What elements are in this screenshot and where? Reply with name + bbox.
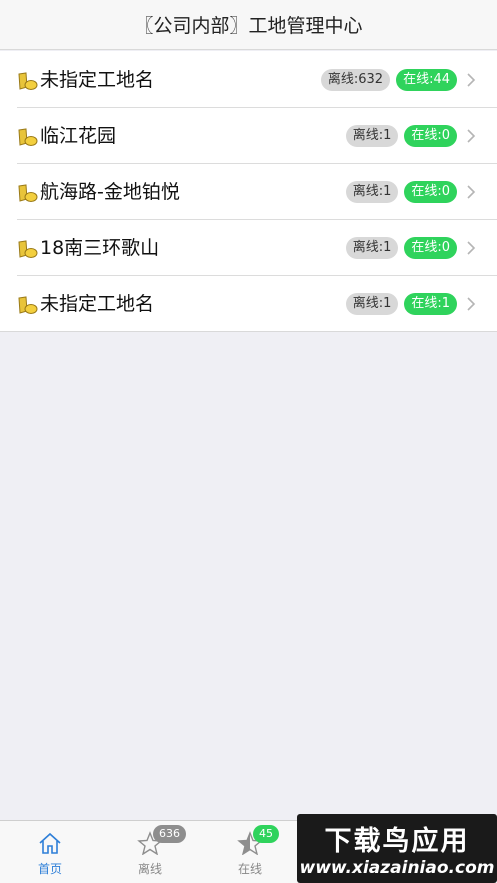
tab-online[interactable]: 45 在线 xyxy=(200,821,300,883)
header-bar: 〖公司内部〗工地管理中心 xyxy=(0,0,497,50)
site-folder-icon xyxy=(18,128,38,146)
site-row[interactable]: 未指定工地名 离线:632 在线:44 xyxy=(0,51,497,107)
tab-home[interactable]: 首页 xyxy=(0,821,100,883)
online-count-badge: 在线:0 xyxy=(404,125,457,147)
watermark-title: 下载鸟应用 xyxy=(324,826,470,857)
tab-offline-label: 离线 xyxy=(137,862,162,876)
site-row[interactable]: 临江花园 离线:1 在线:0 xyxy=(0,107,497,163)
offline-count-badge: 离线:632 xyxy=(320,69,391,91)
site-row[interactable]: 18南三环歌山 离线:1 在线:0 xyxy=(0,219,497,275)
app-root: 〖公司内部〗工地管理中心 未指定工地名 离线:632 在线:44 临江花园 离线… xyxy=(0,0,497,883)
offline-count-badge: 离线:1 xyxy=(345,181,399,203)
page-title: 〖公司内部〗工地管理中心 xyxy=(134,15,363,37)
site-name: 未指定工地名 xyxy=(40,293,155,315)
site-folder-icon xyxy=(18,184,38,202)
site-name: 航海路-金地铂悦 xyxy=(40,181,180,203)
site-folder-icon xyxy=(18,240,38,258)
chevron-right-icon xyxy=(467,185,476,199)
online-count-badge: 在线:0 xyxy=(404,181,457,203)
site-name: 临江花园 xyxy=(40,125,117,147)
site-row[interactable]: 未指定工地名 离线:1 在线:1 xyxy=(0,275,497,331)
site-folder-icon xyxy=(18,296,38,314)
online-count-badge: 在线:1 xyxy=(404,293,457,315)
offline-count-badge: 离线:1 xyxy=(345,293,399,315)
offline-count-badge: 离线:1 xyxy=(345,125,399,147)
site-name: 未指定工地名 xyxy=(40,69,155,91)
chevron-right-icon xyxy=(467,297,476,311)
chevron-right-icon xyxy=(467,129,476,143)
tab-offline[interactable]: 636 离线 xyxy=(100,821,200,883)
home-icon xyxy=(39,832,61,854)
site-name: 18南三环歌山 xyxy=(40,237,160,259)
site-row[interactable]: 航海路-金地铂悦 离线:1 在线:0 xyxy=(0,163,497,219)
online-total-badge: 45 xyxy=(253,825,279,843)
site-list: 未指定工地名 离线:632 在线:44 临江花园 离线:1 在线:0 航海路-金… xyxy=(0,51,497,332)
watermark-logo: 下载鸟应用 www.xiazainiao.com xyxy=(297,814,497,883)
chevron-right-icon xyxy=(467,241,476,255)
offline-total-badge: 636 xyxy=(153,825,186,843)
tab-online-label: 在线 xyxy=(237,862,262,876)
tab-home-label: 首页 xyxy=(37,862,62,876)
site-folder-icon xyxy=(18,72,38,90)
online-count-badge: 在线:0 xyxy=(404,237,457,259)
watermark-url: www.xiazainiao.com xyxy=(299,858,495,878)
chevron-right-icon xyxy=(467,73,476,87)
online-count-badge: 在线:44 xyxy=(396,69,457,91)
offline-count-badge: 离线:1 xyxy=(345,237,399,259)
